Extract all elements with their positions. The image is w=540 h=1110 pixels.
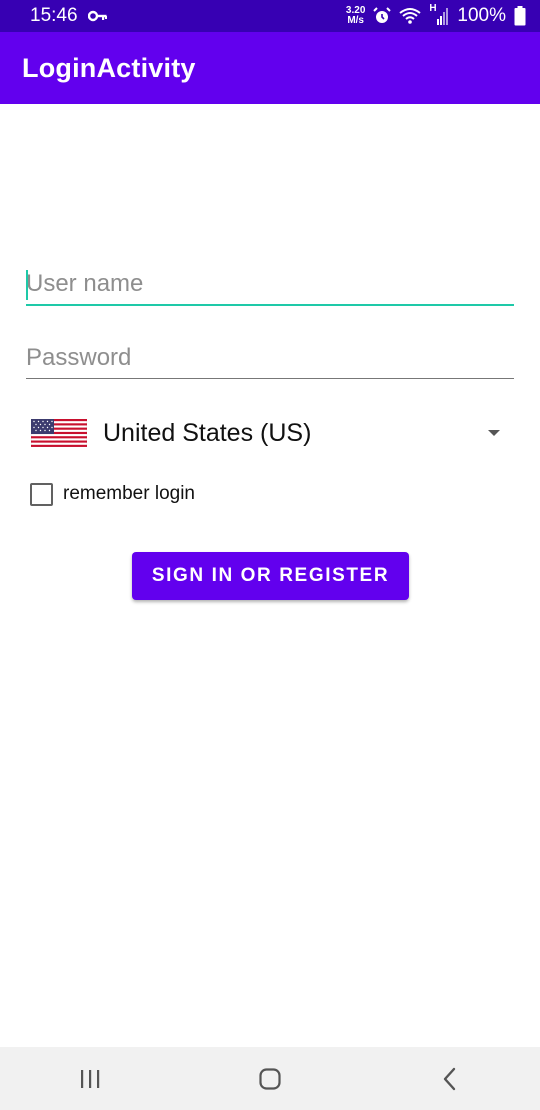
status-right: 3.20 M/s H 100% [346, 3, 526, 27]
status-time: 15:46 [30, 5, 78, 26]
us-flag-icon [30, 418, 88, 448]
status-bar: 15:46 3.20 M/s H 100% [0, 0, 540, 32]
back-icon[interactable] [420, 1054, 480, 1104]
sign-in-button[interactable]: SIGN IN OR REGISTER [132, 552, 409, 600]
country-label: United States (US) [103, 418, 312, 447]
network-type: H [429, 3, 437, 14]
password-input[interactable] [26, 344, 514, 372]
text-cursor [26, 270, 28, 300]
net-speed-unit: M/s [347, 15, 364, 26]
net-speed: 3.20 M/s [346, 6, 365, 26]
key-icon [87, 10, 108, 22]
app-bar: LoginActivity [0, 32, 540, 104]
remember-label: remember login [63, 483, 195, 504]
password-field[interactable] [26, 335, 514, 379]
alarm-icon [373, 7, 392, 25]
navigation-bar [0, 1047, 540, 1110]
username-input[interactable] [26, 270, 514, 298]
wifi-icon [399, 7, 422, 25]
country-spinner[interactable]: United States (US) [26, 410, 514, 456]
recent-apps-icon[interactable] [60, 1054, 120, 1104]
username-field[interactable] [26, 262, 514, 306]
status-left: 15:46 [30, 5, 108, 27]
app-title: LoginActivity [22, 52, 196, 83]
remember-login-row[interactable]: remember login [30, 481, 195, 507]
home-icon[interactable] [240, 1054, 300, 1104]
dropdown-arrow-icon[interactable] [488, 430, 500, 436]
remember-checkbox[interactable] [30, 482, 53, 506]
battery-icon [514, 6, 526, 26]
signal-icon: H [429, 3, 449, 25]
battery-percent: 100% [457, 5, 506, 26]
